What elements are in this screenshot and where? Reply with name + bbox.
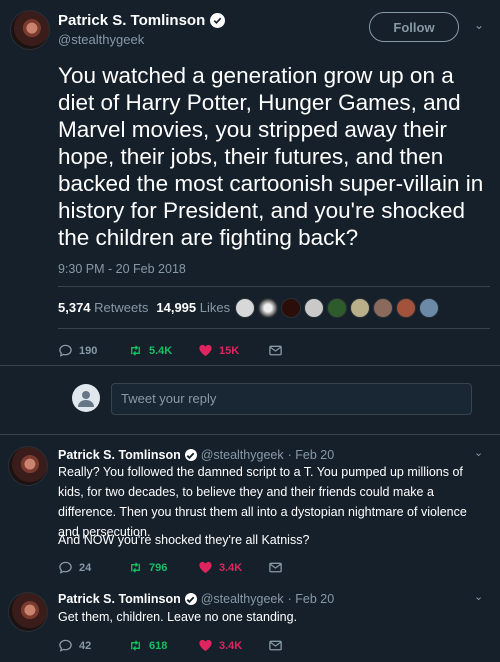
like-button[interactable]: 3.4K: [198, 638, 268, 653]
reply-count: 24: [79, 561, 92, 574]
tweet-actions: 24 796 3.4K: [58, 560, 283, 575]
reply-tweet[interactable]: Patrick S. Tomlinson @stealthygeek · Feb…: [0, 582, 500, 662]
reply-tweet[interactable]: Patrick S. Tomlinson @stealthygeek · Feb…: [0, 436, 500, 588]
likes-stat[interactable]: 14,995 Likes: [156, 300, 230, 315]
retweets-stat[interactable]: 5,374 Retweets: [58, 300, 148, 315]
like-count: 15K: [219, 344, 240, 357]
tweet-actions: 190 5.4K 15K: [58, 343, 283, 358]
liker-avatar[interactable]: [396, 298, 416, 318]
reply-icon: [59, 561, 72, 574]
author-handle[interactable]: @stealthygeek: [201, 448, 284, 462]
reply-button[interactable]: 24: [58, 560, 128, 575]
author-name-text[interactable]: Patrick S. Tomlinson: [58, 12, 205, 29]
author-handle[interactable]: @stealthygeek: [58, 32, 144, 47]
reply-button[interactable]: 190: [58, 343, 128, 358]
heart-icon: [199, 561, 212, 574]
follow-button[interactable]: Follow: [369, 12, 459, 42]
liker-avatar[interactable]: [419, 298, 439, 318]
engagement-stats: 5,374 Retweets 14,995 Likes: [58, 300, 230, 315]
reply-button[interactable]: 42: [58, 638, 128, 653]
author-handle[interactable]: @stealthygeek: [201, 592, 284, 606]
tweet-actions: 42 618 3.4K: [58, 638, 283, 653]
reply-count: 190: [79, 344, 98, 357]
author-avatar[interactable]: [10, 10, 50, 50]
author-name[interactable]: Patrick S. Tomlinson: [58, 592, 181, 606]
liker-avatars: [235, 298, 439, 318]
author-avatar[interactable]: [8, 592, 48, 632]
retweet-count: 796: [149, 561, 168, 574]
reply-text: Get them, children. Leave no one standin…: [58, 610, 298, 624]
reply-icon: [59, 344, 72, 357]
verified-badge-icon: [184, 449, 197, 461]
reply-date[interactable]: · Feb 20: [288, 592, 335, 606]
heart-icon: [199, 344, 212, 357]
envelope-icon: [269, 345, 282, 356]
reply-date[interactable]: · Feb 20: [288, 448, 335, 462]
retweet-button[interactable]: 796: [128, 560, 198, 575]
liker-avatar[interactable]: [258, 298, 278, 318]
reply-count: 42: [79, 639, 92, 652]
liker-avatar[interactable]: [304, 298, 324, 318]
heart-icon: [199, 639, 212, 652]
reply-header: Patrick S. Tomlinson @stealthygeek · Feb…: [58, 592, 334, 606]
tweet-text: You watched a generation grow up on a di…: [58, 63, 484, 250]
direct-message-button[interactable]: [268, 560, 283, 575]
author-name[interactable]: Patrick S. Tomlinson: [58, 12, 226, 29]
like-count: 3.4K: [219, 561, 243, 574]
like-button[interactable]: 3.4K: [198, 560, 268, 575]
author-name[interactable]: Patrick S. Tomlinson: [58, 448, 181, 462]
direct-message-button[interactable]: [268, 638, 283, 653]
liker-avatar[interactable]: [350, 298, 370, 318]
retweet-button[interactable]: 5.4K: [128, 343, 198, 358]
direct-message-button[interactable]: [268, 343, 283, 358]
verified-badge-icon: [210, 13, 226, 28]
divider: [58, 286, 490, 287]
retweet-icon: [131, 562, 140, 573]
chevron-down-icon[interactable]: ⌄: [474, 18, 484, 32]
like-button[interactable]: 15K: [198, 343, 268, 358]
reply-header: Patrick S. Tomlinson @stealthygeek · Feb…: [58, 448, 334, 462]
like-count: 3.4K: [219, 639, 243, 652]
chevron-down-icon[interactable]: ⌄: [474, 446, 483, 459]
verified-badge-icon: [184, 593, 197, 605]
reply-composer: Tweet your reply: [0, 365, 500, 435]
retweet-count: 618: [149, 639, 168, 652]
default-avatar-icon: [78, 391, 94, 407]
liker-avatar[interactable]: [281, 298, 301, 318]
liker-avatar[interactable]: [235, 298, 255, 318]
retweet-icon: [131, 345, 140, 356]
envelope-icon: [269, 562, 282, 573]
divider: [58, 328, 490, 329]
main-tweet: Patrick S. Tomlinson @stealthygeek Follo…: [0, 0, 500, 364]
liker-avatar[interactable]: [327, 298, 347, 318]
chevron-down-icon[interactable]: ⌄: [474, 590, 483, 603]
liker-avatar[interactable]: [373, 298, 393, 318]
author-avatar[interactable]: [8, 446, 48, 486]
tweet-timestamp[interactable]: 9:30 PM - 20 Feb 2018: [58, 262, 186, 276]
reply-input[interactable]: Tweet your reply: [111, 383, 472, 415]
user-avatar: [72, 384, 100, 412]
retweet-icon: [131, 640, 140, 651]
retweet-button[interactable]: 618: [128, 638, 198, 653]
envelope-icon: [269, 640, 282, 651]
retweet-count: 5.4K: [149, 344, 173, 357]
reply-text: And NOW you're shocked they're all Katni…: [58, 533, 310, 547]
reply-icon: [59, 639, 72, 652]
